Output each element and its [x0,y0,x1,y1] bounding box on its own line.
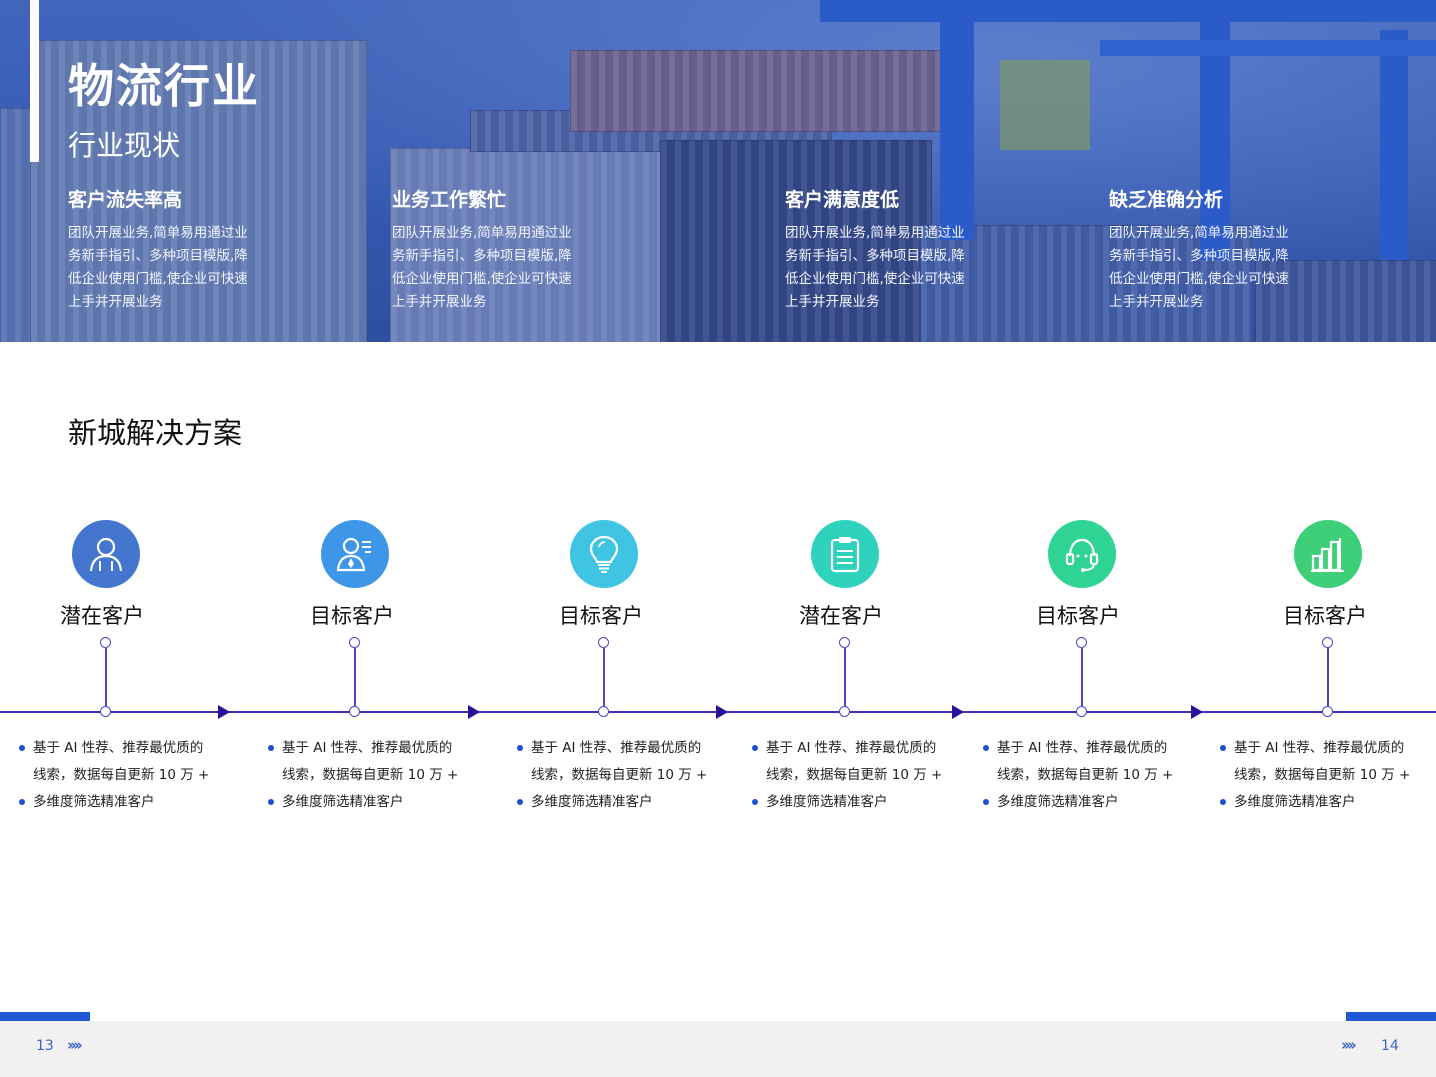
step-knob-top [598,637,609,648]
bullet-continuation: 线索，数据每自更新 10 万 + [33,767,210,783]
feature-title: 缺乏准确分析 [1109,189,1224,211]
step-stem [1081,648,1083,706]
step-knob-bottom [349,706,360,717]
bullet-item: 多维度筛选精准客户 [1220,789,1430,816]
step-knob-top [100,637,111,648]
bullet-item: 多维度筛选精准客户 [752,789,962,816]
feature-text: 团队开展业务,简单易用通过业务新手指引、多种项目模版,降低企业使用门槛,使企业可… [68,225,248,310]
footer [0,1021,1436,1077]
chevrons-right-icon[interactable]: ›››› [1341,1036,1357,1054]
step-knob-bottom [1322,706,1333,717]
feature-card: 业务工作繁忙 团队开展业务,简单易用通过业务新手指引、多种项目模版,降低企业使用… [392,186,592,314]
step-bullets: 基于 AI 性荐、推荐最优质的 线索，数据每自更新 10 万 + 多维度筛选精准… [1220,735,1430,816]
hero-banner: 物流行业 行业现状 客户流失率高 团队开展业务,简单易用通过业务新手指引、多种项… [0,0,1436,342]
page-number-right: 14 [1381,1038,1399,1054]
step-knob-bottom [100,706,111,717]
chevrons-right-icon[interactable]: ›››› [67,1036,83,1054]
step-knob-bottom [1076,706,1087,717]
step-bullets: 基于 AI 性荐、推荐最优质的 线索，数据每自更新 10 万 + 多维度筛选精准… [983,735,1193,816]
bullet-item: 基于 AI 性荐、推荐最优质的 [517,735,727,762]
step-knob-bottom [598,706,609,717]
bullet-item: 基于 AI 性荐、推荐最优质的 [19,735,229,762]
timeline-arrow [716,705,728,719]
step-label: 目标客户 [310,604,394,628]
step-bullets: 基于 AI 性荐、推荐最优质的 线索，数据每自更新 10 万 + 多维度筛选精准… [517,735,727,816]
user-icon [72,520,140,588]
feature-card: 客户流失率高 团队开展业务,简单易用通过业务新手指引、多种项目模版,降低企业使用… [68,186,268,314]
step-label: 目标客户 [1283,604,1367,628]
bullet-continuation: 线索，数据每自更新 10 万 + [1234,767,1411,783]
footer-accent-left [0,1012,90,1021]
bullet-item: 基于 AI 性荐、推荐最优质的 [1220,735,1430,762]
page-subtitle: 行业现状 [68,129,181,162]
step-stem [354,648,356,706]
bullet-item: 基于 AI 性荐、推荐最优质的 [268,735,478,762]
step-label: 潜在客户 [60,604,144,628]
step-label: 目标客户 [1036,604,1120,628]
feature-title: 客户流失率高 [68,189,183,211]
step-stem [603,648,605,706]
step-knob-top [839,637,850,648]
step-knob-top [1076,637,1087,648]
step-stem [105,648,107,706]
lightbulb-icon [570,520,638,588]
feature-text: 团队开展业务,简单易用通过业务新手指引、多种项目模版,降低企业使用门槛,使企业可… [392,225,572,310]
step-bullets: 基于 AI 性荐、推荐最优质的 线索，数据每自更新 10 万 + 多维度筛选精准… [19,735,229,816]
bullet-item: 多维度筛选精准客户 [19,789,229,816]
step-label: 目标客户 [559,604,643,628]
step-knob-top [1322,637,1333,648]
agent-icon [321,520,389,588]
step-knob-bottom [839,706,850,717]
bullet-continuation: 线索，数据每自更新 10 万 + [531,767,708,783]
step-stem [1327,648,1329,706]
feature-text: 团队开展业务,简单易用通过业务新手指引、多种项目模版,降低企业使用门槛,使企业可… [1109,225,1289,310]
section-title: 新城解决方案 [68,416,243,450]
step-stem [844,648,846,706]
bullet-item: 基于 AI 性荐、推荐最优质的 [752,735,962,762]
bullet-item: 多维度筛选精准客户 [268,789,478,816]
feature-text: 团队开展业务,简单易用通过业务新手指引、多种项目模版,降低企业使用门槛,使企业可… [785,225,965,310]
feature-title: 业务工作繁忙 [392,189,507,211]
step-label: 潜在客户 [799,604,883,628]
bullet-continuation: 线索，数据每自更新 10 万 + [997,767,1174,783]
headset-icon [1048,520,1116,588]
step-knob-top [349,637,360,648]
footer-accent-right [1346,1012,1436,1021]
page-number-left: 13 [36,1038,54,1054]
page-title: 物流行业 [68,59,260,113]
title-accent-bar [30,0,39,162]
step-bullets: 基于 AI 性荐、推荐最优质的 线索，数据每自更新 10 万 + 多维度筛选精准… [268,735,478,816]
clipboard-icon [811,520,879,588]
step-bullets: 基于 AI 性荐、推荐最优质的 线索，数据每自更新 10 万 + 多维度筛选精准… [752,735,962,816]
bullet-item: 基于 AI 性荐、推荐最优质的 [983,735,1193,762]
timeline-arrow [952,705,964,719]
timeline-arrow [1191,705,1203,719]
timeline-arrow [468,705,480,719]
bar-chart-icon [1294,520,1362,588]
feature-card: 缺乏准确分析 团队开展业务,简单易用通过业务新手指引、多种项目模版,降低企业使用… [1109,186,1309,314]
feature-card: 客户满意度低 团队开展业务,简单易用通过业务新手指引、多种项目模版,降低企业使用… [785,186,985,314]
feature-title: 客户满意度低 [785,189,900,211]
bullet-item: 多维度筛选精准客户 [983,789,1193,816]
bullet-item: 多维度筛选精准客户 [517,789,727,816]
timeline-arrow [218,705,230,719]
bullet-continuation: 线索，数据每自更新 10 万 + [282,767,459,783]
bullet-continuation: 线索，数据每自更新 10 万 + [766,767,943,783]
